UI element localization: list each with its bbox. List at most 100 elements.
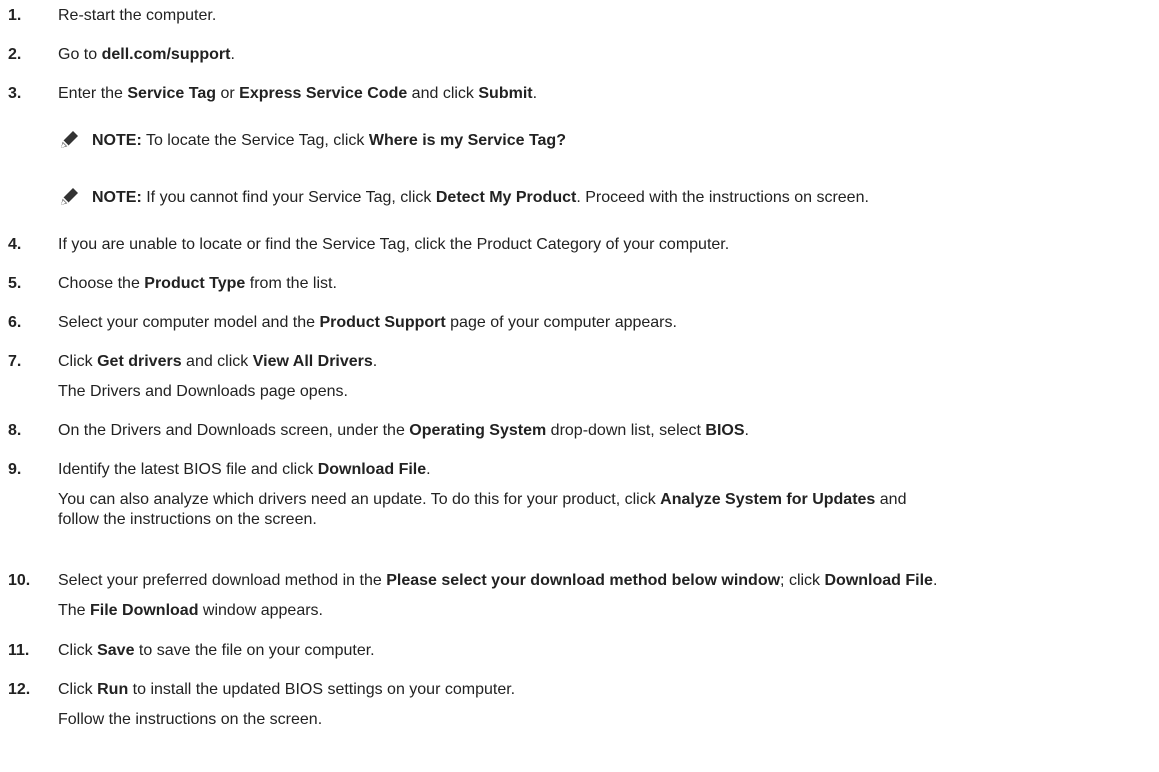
step-number: 2. — [8, 46, 22, 63]
step-line: If you are unable to locate or find the … — [58, 235, 1153, 255]
step-line: The Drivers and Downloads page opens. — [58, 382, 1153, 402]
emphasis-text: Product Support — [319, 314, 446, 331]
text-segment: from the list. — [245, 275, 337, 292]
step-number: 6. — [8, 314, 22, 331]
step-text: Re-start the computer. — [58, 6, 1153, 26]
step-number: 8. — [8, 422, 22, 439]
text-segment: to save the file on your computer. — [134, 642, 375, 659]
emphasis-text: Run — [97, 681, 129, 698]
note-label: NOTE: — [92, 132, 142, 149]
text-segment: Select your computer model and the — [58, 314, 320, 331]
text-segment: Select your preferred download method in… — [58, 572, 387, 589]
step-number: 7. — [8, 353, 22, 370]
step-line: Click Save to save the file on your comp… — [58, 641, 1153, 661]
step-line: On the Drivers and Downloads screen, und… — [58, 421, 1153, 441]
text-segment: . — [744, 422, 749, 439]
text-segment: Identify the latest BIOS file and click — [58, 461, 318, 478]
emphasis-text: Please select your download method below… — [386, 572, 781, 589]
text-segment: You can also analyze which drivers need … — [58, 491, 661, 508]
step-line: Follow the instructions on the screen. — [58, 710, 1153, 730]
step-line: Go to dell.com/support. — [58, 45, 1153, 65]
note-text: NOTE: To locate the Service Tag, click W… — [92, 131, 566, 151]
step-line: Click Run to install the updated BIOS se… — [58, 680, 1153, 700]
note-1: NOTE: To locate the Service Tag, click W… — [58, 131, 1153, 155]
text-segment: ; click — [780, 572, 825, 589]
step-number: 9. — [8, 461, 22, 478]
step-text: Select your computer model and the Produ… — [58, 313, 1153, 333]
note-text: NOTE: If you cannot find your Service Ta… — [92, 188, 869, 208]
text-segment: Enter the — [58, 85, 128, 102]
emphasis-text: Get drivers — [97, 353, 182, 370]
text-segment: . — [372, 353, 378, 370]
emphasis-text: Operating System — [409, 422, 547, 439]
step-line: Click Get drivers and click View All Dri… — [58, 352, 1153, 372]
note-label: NOTE: — [92, 189, 142, 206]
step-line: Select your preferred download method in… — [58, 571, 1153, 591]
text-segment: . — [532, 85, 538, 102]
step-number: 12. — [8, 681, 31, 698]
text-segment: or — [216, 85, 240, 102]
step-line: The File Download window appears. — [58, 601, 1153, 621]
text-segment: On the Drivers and Downloads screen, und… — [58, 422, 410, 439]
text-segment: Click — [58, 353, 98, 370]
note-2: NOTE: If you cannot find your Service Ta… — [58, 188, 1153, 212]
text-segment: . — [426, 461, 431, 478]
text-segment: follow the instructions on the screen. — [58, 511, 317, 528]
text-segment: Re-start the computer. — [58, 7, 217, 24]
step-number: 3. — [8, 85, 22, 102]
emphasis-text: Where is my Service Tag? — [368, 132, 566, 149]
step-line: Enter the Service Tag or Express Service… — [58, 84, 1153, 104]
step-text: Go to dell.com/support. — [58, 45, 1153, 65]
step-number: 10. — [8, 572, 31, 589]
emphasis-text: dell.com/support — [101, 46, 231, 63]
text-segment: Go to — [58, 46, 102, 63]
emphasis-text: Detect My Product — [435, 189, 577, 206]
step-line: Choose the Product Type from the list. — [58, 274, 1153, 294]
text-segment: Click — [58, 642, 98, 659]
text-segment: If you cannot find your Service Tag, cli… — [141, 189, 436, 206]
step-line: You can also analyze which drivers need … — [58, 490, 1153, 510]
step-line: follow the instructions on the screen. — [58, 510, 1153, 530]
text-segment: The Drivers and Downloads page opens. — [58, 383, 348, 400]
step-line: Select your computer model and the Produ… — [58, 313, 1153, 333]
step-number: 4. — [8, 236, 22, 253]
text-segment: Click — [58, 681, 98, 698]
emphasis-text: Product Type — [144, 275, 246, 292]
note-body: If you cannot find your Service Tag, cli… — [142, 189, 869, 206]
pencil-note-icon — [61, 188, 78, 205]
emphasis-text: Analyze System for Updates — [660, 491, 876, 508]
step-line: Identify the latest BIOS file and click … — [58, 460, 1153, 480]
text-segment: . — [230, 46, 235, 63]
step-text: Click Get drivers and click View All Dri… — [58, 352, 1153, 402]
step-text: Identify the latest BIOS file and click … — [58, 460, 1153, 530]
step-text: Click Save to save the file on your comp… — [58, 641, 1153, 661]
text-segment: . Proceed with the instructions on scree… — [576, 189, 869, 206]
text-segment: Follow the instructions on the screen. — [58, 711, 323, 728]
emphasis-text: Download File — [824, 572, 933, 589]
text-segment: and click — [181, 353, 253, 370]
text-segment: The — [58, 602, 91, 619]
step-text: Click Run to install the updated BIOS se… — [58, 680, 1153, 730]
text-segment: to install the updated BIOS settings on … — [128, 681, 516, 698]
pencil-note-icon — [61, 131, 78, 148]
emphasis-text: BIOS — [705, 422, 745, 439]
emphasis-text: Express Service Code — [239, 85, 408, 102]
emphasis-text: Submit — [478, 85, 533, 102]
emphasis-text: Save — [97, 642, 135, 659]
text-segment: To locate the Service Tag, click — [141, 132, 369, 149]
step-text: On the Drivers and Downloads screen, und… — [58, 421, 1153, 441]
text-segment: Choose the — [58, 275, 145, 292]
text-segment: page of your computer appears. — [445, 314, 677, 331]
step-line: Re-start the computer. — [58, 6, 1153, 26]
step-text: Select your preferred download method in… — [58, 571, 1153, 621]
text-segment: window appears. — [198, 602, 323, 619]
step-text: Choose the Product Type from the list. — [58, 274, 1153, 294]
text-segment: drop-down list, select — [546, 422, 706, 439]
emphasis-text: Download File — [317, 461, 427, 478]
text-segment: . — [932, 572, 938, 589]
step-number: 1. — [8, 7, 22, 24]
emphasis-text: File Download — [90, 602, 199, 619]
emphasis-text: Service Tag — [127, 85, 217, 102]
text-segment: If you are unable to locate or find the … — [58, 236, 730, 253]
note-body: To locate the Service Tag, click Where i… — [142, 132, 566, 149]
